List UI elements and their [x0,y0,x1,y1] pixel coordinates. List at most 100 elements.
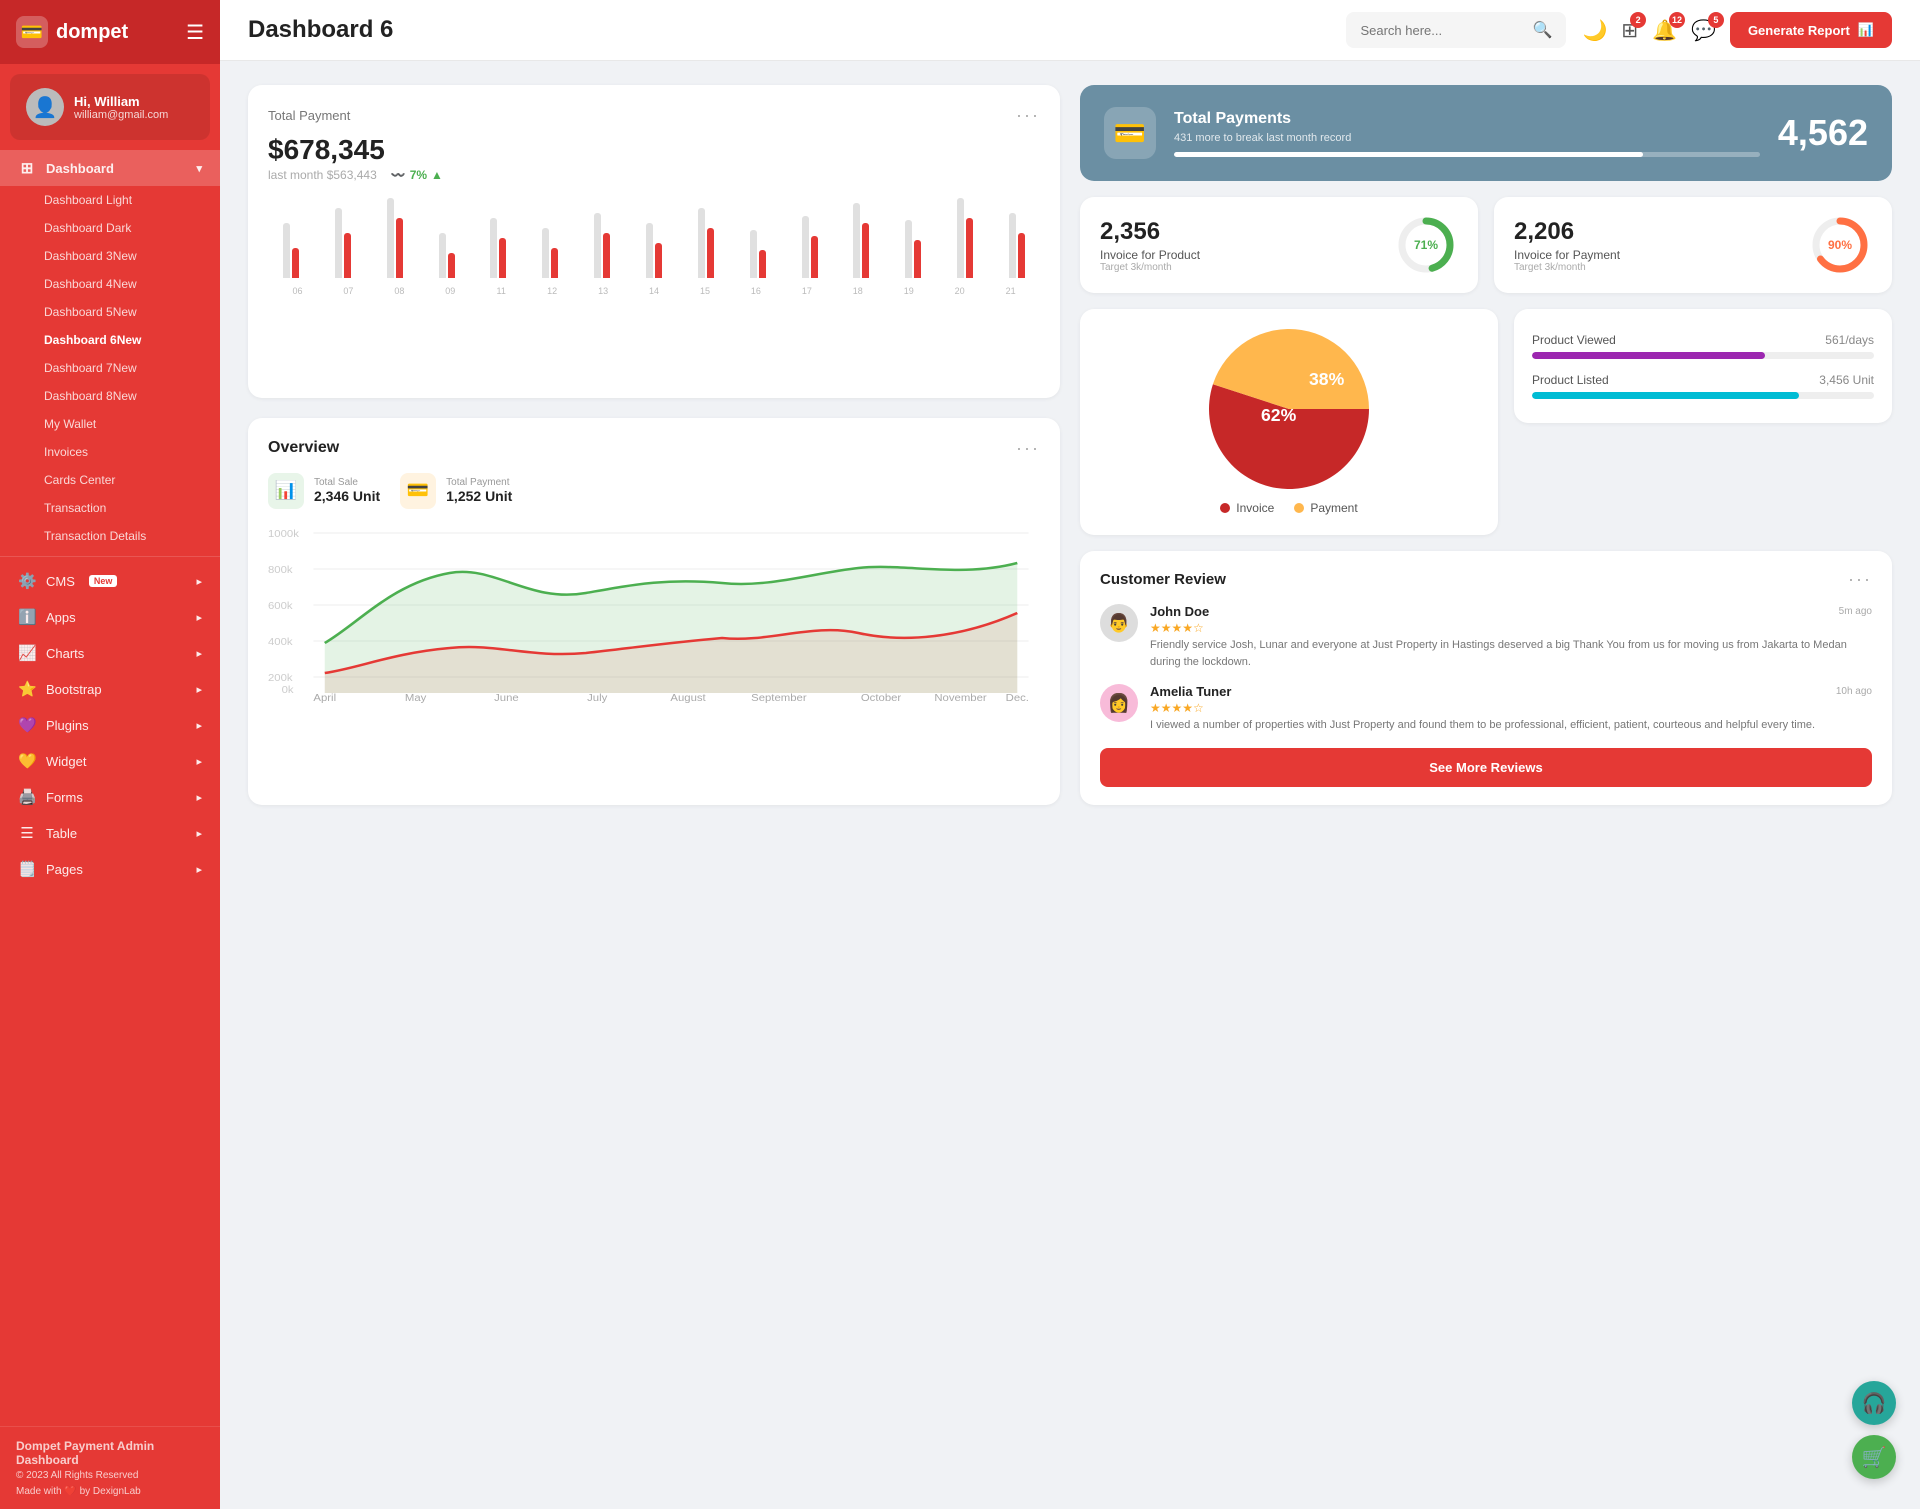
sidebar-item-cards-center[interactable]: Cards Center [0,466,220,494]
forms-icon: 🖨️ [18,788,36,806]
sidebar-item-dashboard-3[interactable]: Dashboard 3 New [0,242,220,270]
red-bar [499,238,506,278]
sidebar-item-dashboard-5[interactable]: Dashboard 5 New [0,298,220,326]
sidebar-item-dashboard-7[interactable]: Dashboard 7 New [0,354,220,382]
table-label: Table [46,826,77,841]
bar-x-label: 14 [629,286,680,296]
bar-group [527,228,573,278]
bootstrap-label: Bootstrap [46,682,102,697]
search-input[interactable] [1360,23,1524,38]
notifications-button[interactable]: 🔔 12 [1652,18,1677,43]
gray-bar [698,208,705,278]
bar-group [787,216,833,278]
svg-text:August: August [670,692,705,702]
sidebar-item-forms[interactable]: 🖨️ Forms ▸ [0,779,220,815]
cart-float-button[interactable]: 🛒 [1852,1435,1896,1479]
gray-bar [853,203,860,278]
table-icon: ☰ [18,824,36,842]
sidebar-item-dashboard-6[interactable]: Dashboard 6 New [0,326,220,354]
search-box[interactable]: 🔍 [1346,12,1566,48]
headset-icon: 🎧 [1862,1391,1887,1416]
moon-icon: 🌙 [1582,18,1607,43]
sidebar-item-cms[interactable]: ⚙️ CMS New ▸ [0,563,220,599]
metric-fill [1532,352,1765,359]
gray-bar [594,213,601,278]
payment-legend-label: Payment [1310,501,1357,515]
generate-report-button[interactable]: Generate Report 📊 [1730,12,1892,48]
red-bar [603,233,610,278]
sidebar-item-dashboard-light[interactable]: Dashboard Light [0,186,220,214]
apps-label: Apps [46,610,76,625]
sidebar-item-transaction-details[interactable]: Transaction Details [0,522,220,550]
pie-legend-payment: Payment [1294,501,1357,515]
pie-metrics-row: 62% 38% Invoice Payment [1080,309,1892,535]
topbar: Dashboard 6 🔍 🌙 ⊞ 2 🔔 12 💬 5 Generate R [220,0,1920,61]
apps-icon: ℹ️ [18,608,36,626]
dark-mode-toggle[interactable]: 🌙 [1582,18,1607,43]
badge-new-3: New [113,249,137,263]
red-bar [862,223,869,278]
dashboard-dark-label: Dashboard Dark [44,221,131,235]
cms-arrow-icon: ▸ [196,575,202,588]
gray-bar [542,228,549,278]
svg-text:400k: 400k [268,636,293,647]
reviewer-name-1: John Doe [1150,604,1209,619]
svg-text:800k: 800k [268,564,293,575]
bar-pair [439,233,455,278]
sidebar-item-plugins[interactable]: 💜 Plugins ▸ [0,707,220,743]
pages-icon: 🗒️ [18,860,36,878]
topbar-icons: 🌙 ⊞ 2 🔔 12 💬 5 Generate Report 📊 [1582,12,1892,48]
bar-chart [268,198,1040,278]
total-payment-header: Total Payment ··· [268,105,1040,126]
more-options-dots[interactable]: ··· [1016,105,1040,126]
sidebar-logo: 💳 dompet [16,16,128,48]
pie-chart: 62% 38% [1209,329,1369,489]
total-payments-banner: 💳 Total Payments 431 more to break last … [1080,85,1892,181]
sidebar-item-bootstrap[interactable]: ⭐ Bootstrap ▸ [0,671,220,707]
see-more-reviews-button[interactable]: See More Reviews [1100,748,1872,787]
support-float-button[interactable]: 🎧 [1852,1381,1896,1425]
overview-more-dots[interactable]: ··· [1016,438,1040,459]
sidebar-item-charts[interactable]: 📈 Charts ▸ [0,635,220,671]
banner-sub: 431 more to break last month record [1174,132,1760,144]
widget-icon: 💛 [18,752,36,770]
table-arrow-icon: ▸ [196,827,202,840]
sale-info: Total Sale 2,346 Unit [314,477,380,504]
bar-x-label: 17 [781,286,832,296]
review-item-1: 👨 John Doe 5m ago ★★★★☆ Friendly service… [1100,604,1872,670]
red-bar [707,228,714,278]
sidebar-item-transaction[interactable]: Transaction [0,494,220,522]
sidebar-item-dashboard-8[interactable]: Dashboard 8 New [0,382,220,410]
sale-value: 2,346 Unit [314,488,380,504]
bar-pair [957,198,973,278]
sidebar-item-my-wallet[interactable]: My Wallet [0,410,220,438]
invoice-product-number: 2,356 [1100,218,1380,246]
messages-button[interactable]: 💬 5 [1691,18,1716,43]
apps-button[interactable]: ⊞ 2 [1621,18,1638,43]
sidebar-item-dashboard[interactable]: ⊞ Dashboard ▾ [0,150,220,186]
cards-center-label: Cards Center [44,473,115,487]
sale-icon: 📊 [268,473,304,509]
bar-pair [646,223,662,278]
bar-group [683,208,729,278]
review-more-dots[interactable]: ··· [1848,569,1872,590]
bar-group [579,213,625,278]
chevron-down-icon: ▾ [196,162,202,175]
sidebar-item-dashboard-dark[interactable]: Dashboard Dark [0,214,220,242]
sidebar-item-widget[interactable]: 💛 Widget ▸ [0,743,220,779]
sidebar-item-pages[interactable]: 🗒️ Pages ▸ [0,851,220,887]
hamburger-icon[interactable]: ☰ [186,20,204,45]
bar-group [475,218,521,278]
sidebar-footer: Dompet Payment Admin Dashboard © 2023 Al… [0,1426,220,1509]
sidebar-item-table[interactable]: ☰ Table ▸ [0,815,220,851]
metric-value: 3,456 Unit [1819,373,1874,387]
product-metrics: Product Viewed 561/days Product Listed 3… [1532,323,1874,409]
metrics-section: Product Viewed 561/days Product Listed 3… [1514,309,1892,535]
sidebar-item-dashboard-4[interactable]: Dashboard 4 New [0,270,220,298]
sidebar-item-invoices[interactable]: Invoices [0,438,220,466]
charts-label: Charts [46,646,84,661]
sidebar-item-apps[interactable]: ℹ️ Apps ▸ [0,599,220,635]
my-wallet-label: My Wallet [44,417,96,431]
user-profile[interactable]: 👤 Hi, William william@gmail.com [10,74,210,140]
user-name: Hi, William [74,94,168,109]
